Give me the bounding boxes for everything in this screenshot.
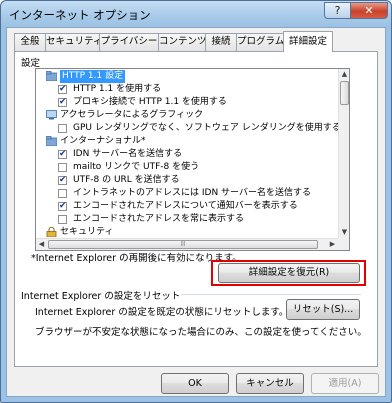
checkbox[interactable] xyxy=(58,124,67,133)
checkbox-label: UTF-8 の URL を送信する xyxy=(73,175,180,185)
cancel-button[interactable]: キャンセル xyxy=(236,373,304,394)
grip-icon: lll xyxy=(180,241,186,248)
settings-folder-icon xyxy=(46,71,57,81)
checkbox-intranet-idn[interactable]: イントラネットのアドレスには IDN サーバー名を送信する xyxy=(58,187,338,200)
tab-security[interactable]: セキュリティ xyxy=(45,33,102,51)
reset-note: ブラウザーが不安定な状態になった場合にのみ、この設定を使ってください。 xyxy=(35,327,367,338)
close-button[interactable]: ✕ xyxy=(350,2,388,19)
checkmark-icon: ✔ xyxy=(59,201,67,211)
window-title: インターネット オプション xyxy=(9,8,151,22)
checkmark-icon: ✔ xyxy=(59,175,67,185)
apply-button[interactable]: 適用(A) xyxy=(311,373,379,394)
checkbox-encoded-address-always[interactable]: エンコードされたアドレスを常に表示する xyxy=(58,213,338,226)
tab-general[interactable]: 全般 xyxy=(14,33,46,51)
checkbox[interactable]: ✔ xyxy=(58,97,67,107)
tree-item-label: アクセラレータによるグラフィック xyxy=(60,110,204,120)
tree-item-international[interactable]: インターナショナル* xyxy=(44,135,334,148)
horizontal-scroll-thumb[interactable]: lll xyxy=(48,240,318,249)
checkbox-mailto-utf8[interactable]: mailto リンクで UTF-8 を使う xyxy=(58,161,338,174)
vertical-scrollbar[interactable]: ▲ ▼ xyxy=(338,69,349,238)
tab-privacy[interactable]: プライバシー xyxy=(99,33,159,51)
tree-item-http11-settings[interactable]: HTTP 1.1 設定 xyxy=(44,70,334,83)
checkbox-software-rendering[interactable]: GPU レンダリングでなく、ソフトウェア レンダリングを使用する* xyxy=(58,122,339,135)
tab-advanced[interactable]: 詳細設定 xyxy=(283,31,333,52)
tab-connections[interactable]: 接続 xyxy=(205,33,237,51)
checkbox-use-http11[interactable]: ✔ HTTP 1.1 を使用する xyxy=(58,83,338,96)
help-button[interactable]: ? xyxy=(324,2,351,19)
checkbox[interactable] xyxy=(58,215,67,224)
reset-description: Internet Explorer の設定を既定の状態にリセットします。 xyxy=(35,307,289,318)
scroll-down-icon[interactable]: ▼ xyxy=(339,227,349,238)
checkbox[interactable] xyxy=(58,189,67,198)
checkbox-label: GPU レンダリングでなく、ソフトウェア レンダリングを使用する* xyxy=(73,123,339,133)
checkbox-label: プロキシ接続で HTTP 1.1 を使用する xyxy=(73,97,227,107)
title-bar[interactable]: インターネット オプション ? ✕ xyxy=(1,1,391,27)
group-divider xyxy=(181,294,361,295)
monitor-icon xyxy=(46,110,57,120)
checkmark-icon: ✔ xyxy=(59,84,67,94)
checkbox-encoded-address-notify[interactable]: ✔ エンコードされたアドレスについて通知バーを表示する xyxy=(58,200,338,213)
restore-advanced-settings-button[interactable]: 詳細設定を復元(R) xyxy=(218,263,360,283)
checkbox-label: エンコードされたアドレスについて通知バーを表示する xyxy=(73,201,298,211)
checkbox-label: エンコードされたアドレスを常に表示する xyxy=(73,214,245,224)
tree-item-accelerated-graphics[interactable]: アクセラレータによるグラフィック xyxy=(44,109,334,122)
checkbox-label: イントラネットのアドレスには IDN サーバー名を送信する xyxy=(73,188,311,198)
help-icon: ? xyxy=(334,4,341,17)
checkbox-send-idn[interactable]: ✔ IDN サーバー名を送信する xyxy=(58,148,338,161)
lock-icon xyxy=(46,227,57,237)
settings-list: HTTP 1.1 設定 ✔ HTTP 1.1 を使用する ✔ プロキシ接続で H… xyxy=(36,69,339,238)
checkbox-label: HTTP 1.1 を使用する xyxy=(73,84,162,94)
checkbox-http11-proxy[interactable]: ✔ プロキシ接続で HTTP 1.1 を使用する xyxy=(58,96,338,109)
settings-folder-icon xyxy=(46,136,57,146)
checkbox-label: mailto リンクで UTF-8 を使う xyxy=(73,162,200,172)
tab-programs[interactable]: プログラム xyxy=(236,33,284,51)
checkbox[interactable]: ✔ xyxy=(58,175,67,185)
tree-item-security[interactable]: セキュリティ xyxy=(44,226,334,238)
dialog-window: インターネット オプション ? ✕ 全般 セキュリティ プライバシー コンテンツ… xyxy=(0,0,392,403)
horizontal-scrollbar[interactable]: ◀ lll ▶ xyxy=(36,238,339,250)
reset-group-label: Internet Explorer の設定をリセット xyxy=(21,291,181,302)
checkmark-icon: ✔ xyxy=(59,97,67,107)
close-icon: ✕ xyxy=(364,4,374,17)
reset-button[interactable]: リセット(S)... xyxy=(286,299,360,320)
tree-item-label: インターナショナル* xyxy=(60,136,146,146)
tree-item-label: セキュリティ xyxy=(60,227,114,237)
tab-content[interactable]: コンテンツ xyxy=(158,33,207,51)
checkbox[interactable]: ✔ xyxy=(58,201,67,211)
settings-group-label: 設定 xyxy=(21,58,41,69)
checkbox[interactable]: ✔ xyxy=(58,149,67,159)
ok-button[interactable]: OK xyxy=(161,373,229,394)
checkbox[interactable] xyxy=(58,163,67,172)
checkbox-send-utf8-url[interactable]: ✔ UTF-8 の URL を送信する xyxy=(58,174,338,187)
checkbox[interactable]: ✔ xyxy=(58,84,67,94)
vertical-scroll-thumb[interactable] xyxy=(340,81,349,105)
settings-tree[interactable]: HTTP 1.1 設定 ✔ HTTP 1.1 を使用する ✔ プロキシ接続で H… xyxy=(35,68,350,251)
scroll-up-icon[interactable]: ▲ xyxy=(339,69,349,80)
checkmark-icon: ✔ xyxy=(59,149,67,159)
scrollbar-corner xyxy=(338,238,349,250)
tree-item-label: HTTP 1.1 設定 xyxy=(60,70,126,83)
checkbox-label: IDN サーバー名を送信する xyxy=(73,149,183,159)
scroll-right-icon[interactable]: ▶ xyxy=(327,239,338,250)
scroll-left-icon[interactable]: ◀ xyxy=(36,239,47,250)
